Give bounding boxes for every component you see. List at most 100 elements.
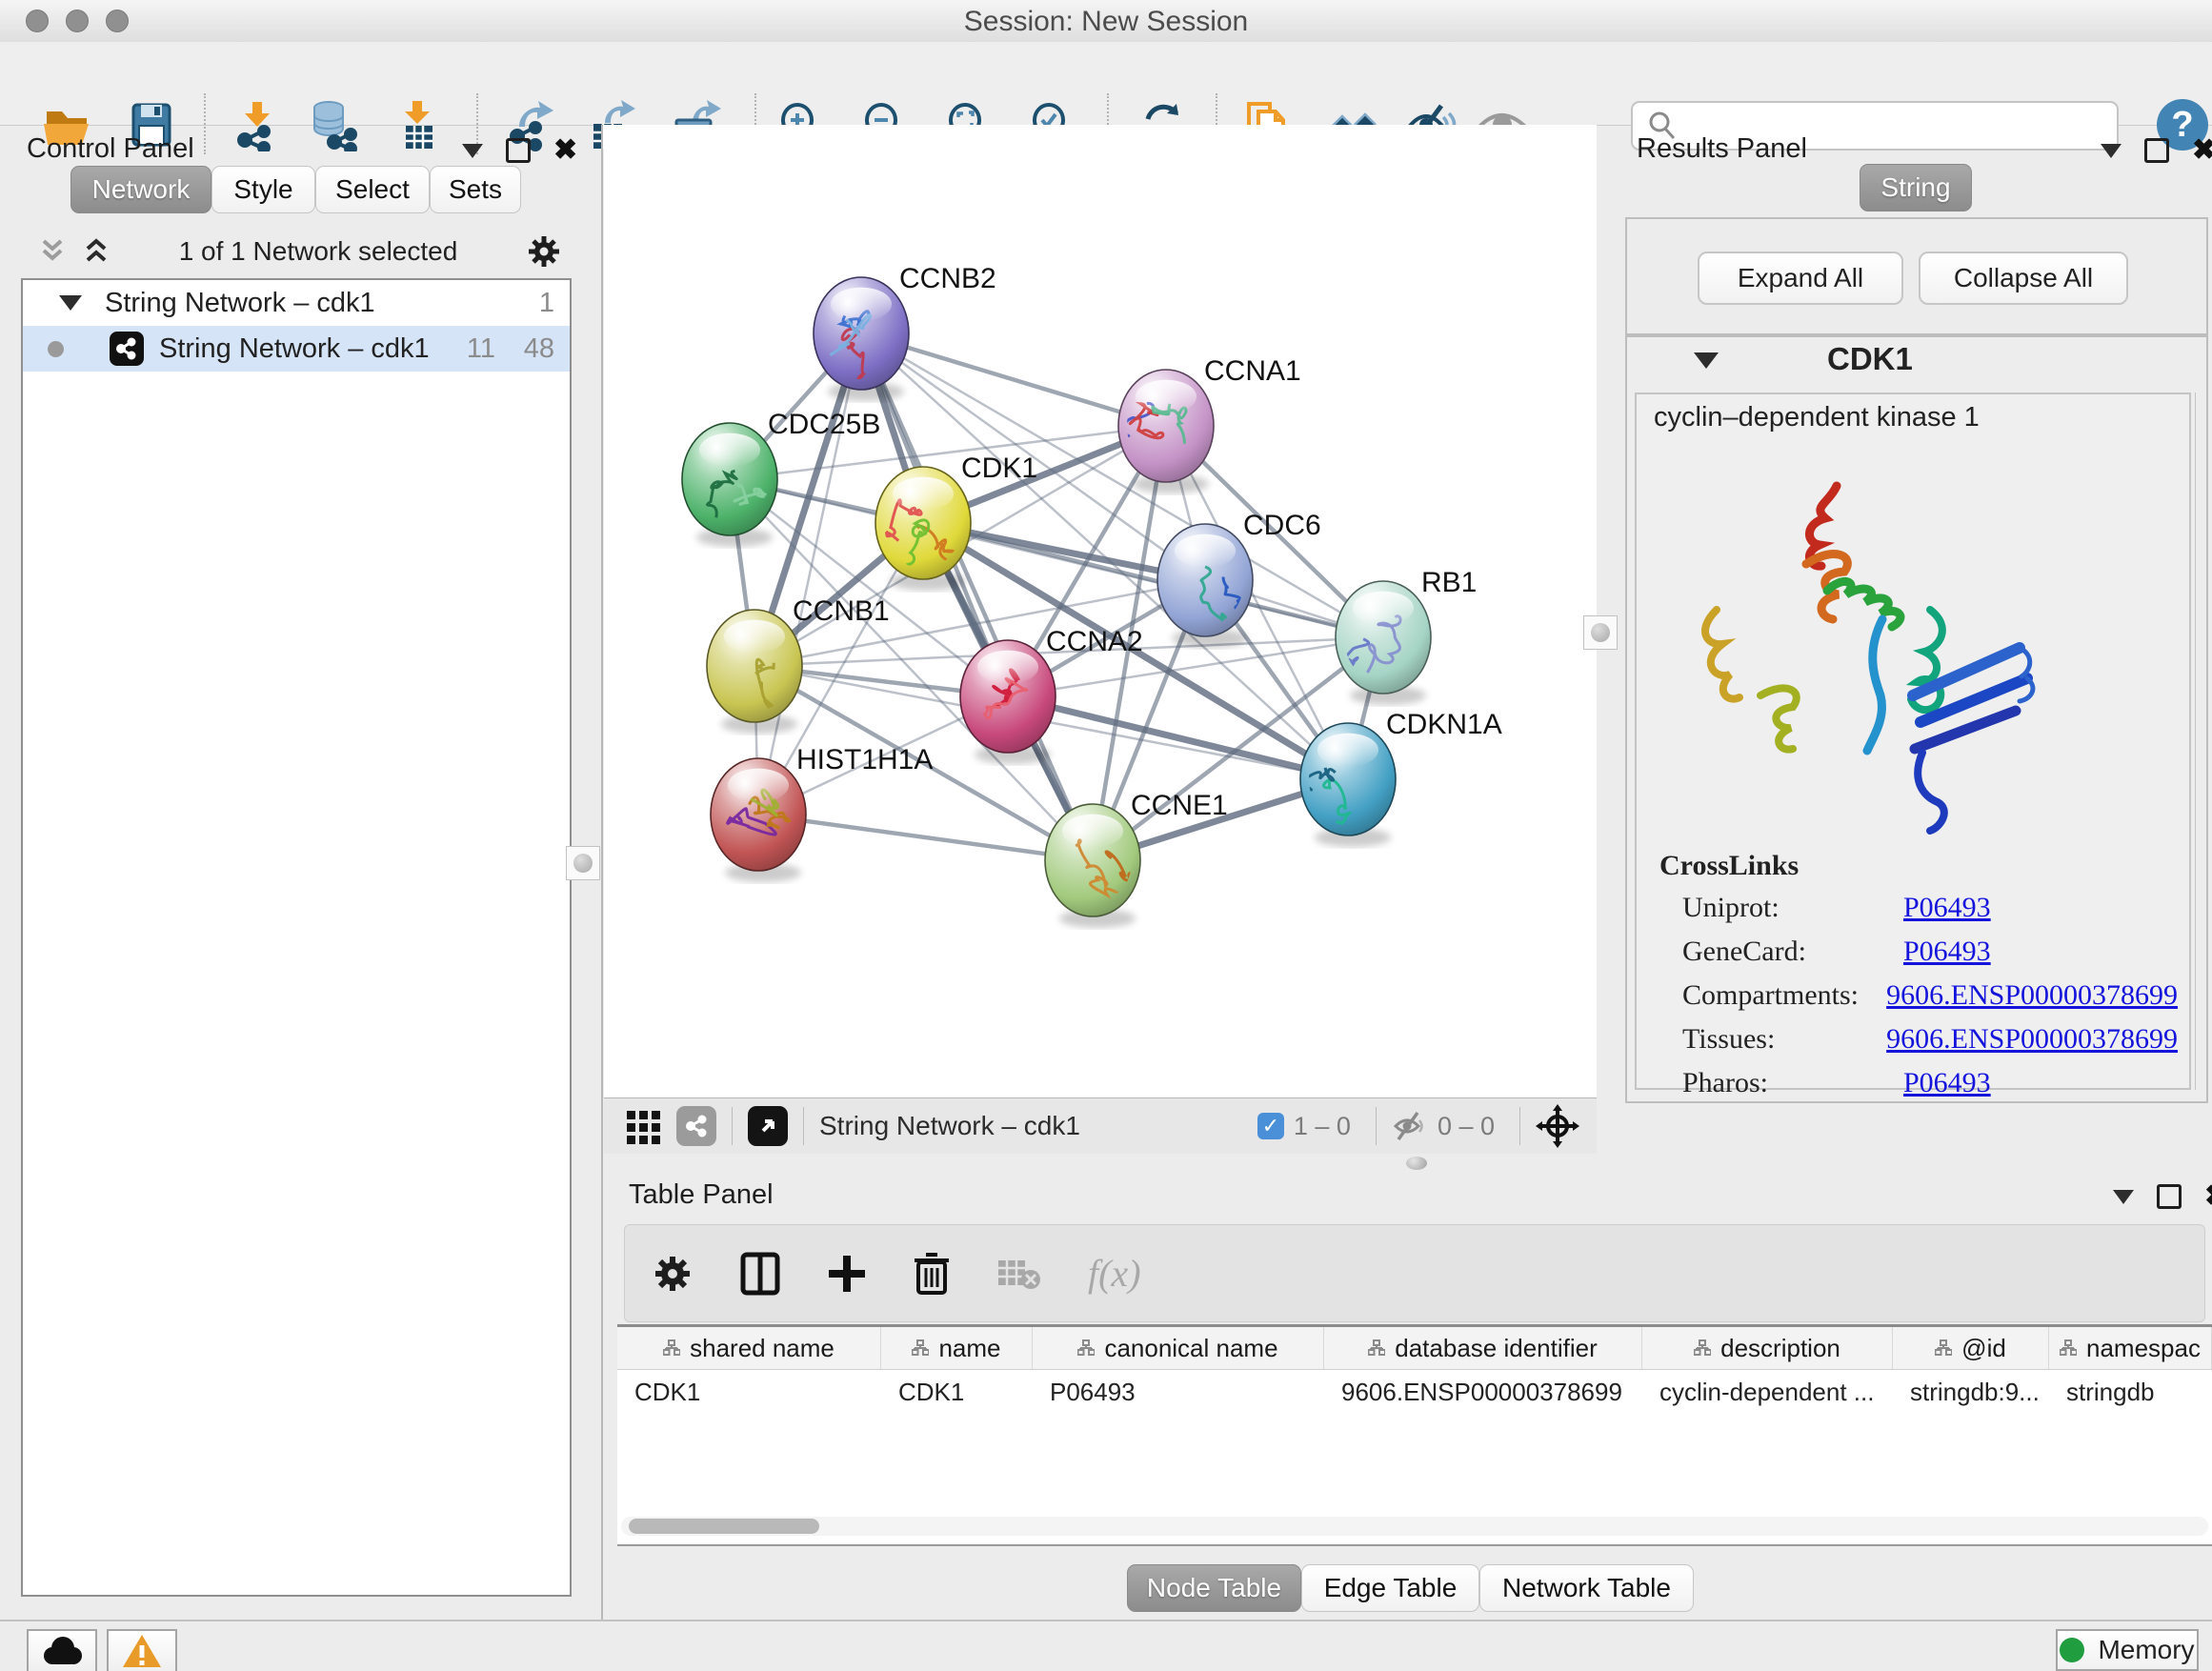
entry-expander-icon[interactable] — [1694, 352, 1719, 369]
column-header[interactable]: name — [881, 1327, 1033, 1369]
table-hscrollbar-thumb[interactable] — [629, 1519, 819, 1534]
table-cell[interactable]: CDK1 — [617, 1378, 881, 1407]
close-panel-icon[interactable]: ✖ — [2192, 141, 2212, 160]
tab-network[interactable]: Network — [70, 166, 211, 213]
float-panel-icon[interactable] — [2144, 138, 2169, 163]
tab-network-table[interactable]: Network Table — [1479, 1564, 1694, 1612]
float-panel-icon[interactable] — [506, 138, 531, 163]
network-row[interactable]: String Network – cdk1 11 48 — [23, 326, 570, 372]
crosslinks-title: CrossLinks — [1659, 850, 1799, 882]
node-label: HIST1H1A — [796, 744, 933, 775]
table-cell[interactable]: stringdb — [2049, 1378, 2212, 1407]
crosslink-link[interactable]: P06493 — [1903, 1067, 1991, 1111]
network-options-gear-icon[interactable] — [526, 233, 562, 270]
panel-menu-icon[interactable] — [2101, 144, 2122, 158]
crosslink-link[interactable]: 9606.ENSP00000378699 — [1886, 1023, 2178, 1067]
column-header[interactable]: canonical name — [1033, 1327, 1324, 1369]
network-badge-icon[interactable] — [676, 1106, 716, 1146]
fit-selected-crosshair-icon[interactable] — [1536, 1104, 1579, 1148]
network-node-count: 11 — [467, 333, 495, 365]
collapse-all-icon[interactable] — [38, 237, 67, 266]
table-cell[interactable]: 9606.ENSP00000378699 — [1324, 1378, 1642, 1407]
column-header[interactable]: shared name — [617, 1327, 881, 1369]
network-node-CDC6[interactable] — [1157, 524, 1259, 648]
import-table-file-icon[interactable] — [391, 97, 446, 152]
birds-eye-view-icon[interactable] — [748, 1106, 788, 1146]
node-label: CCNB2 — [899, 263, 996, 294]
network-selection-bar: 1 of 1 Network selected — [21, 229, 570, 274]
tab-string-results[interactable]: String — [1860, 164, 1972, 211]
network-collection-row[interactable]: String Network – cdk1 1 — [23, 280, 570, 326]
tab-select[interactable]: Select — [315, 166, 430, 213]
import-network-file-icon[interactable] — [229, 97, 284, 152]
table-cell[interactable]: CDK1 — [881, 1378, 1033, 1407]
network-node-CCNB2[interactable] — [814, 277, 909, 401]
toolbar-separator — [204, 93, 206, 154]
panel-menu-icon[interactable] — [2113, 1190, 2134, 1204]
window-title: Session: New Session — [0, 6, 2212, 38]
memory-button[interactable]: Memory — [2056, 1629, 2199, 1671]
right-splitter-handle[interactable] — [1583, 615, 1618, 650]
column-header[interactable]: @id — [1893, 1327, 2049, 1369]
collection-count: 1 — [539, 288, 554, 319]
table-cell[interactable]: P06493 — [1033, 1378, 1324, 1407]
table-header-row: shared namenamecanonical namedatabase id… — [617, 1327, 2212, 1370]
node-label: CDC25B — [768, 409, 880, 440]
collapse-all-button[interactable]: Collapse All — [1919, 252, 2128, 305]
network-node-RB1[interactable] — [1321, 581, 1431, 705]
table-options-gear-icon[interactable] — [652, 1253, 694, 1295]
horizontal-splitter-handle[interactable] — [1406, 1157, 1427, 1170]
tab-sets[interactable]: Sets — [430, 166, 521, 213]
tab-edge-table[interactable]: Edge Table — [1301, 1564, 1479, 1612]
grid-view-icon[interactable] — [625, 1107, 663, 1145]
crosslink-link[interactable]: 9606.ENSP00000378699 — [1886, 979, 2178, 1023]
results-actions-box: Expand All Collapse All — [1625, 217, 2208, 335]
tree-expander-icon[interactable] — [59, 295, 82, 311]
table-cell[interactable]: cyclin-dependent ... — [1642, 1378, 1893, 1407]
panel-menu-icon[interactable] — [462, 144, 483, 158]
crosslink-link[interactable]: P06493 — [1903, 892, 1991, 936]
tab-node-table[interactable]: Node Table — [1127, 1564, 1301, 1612]
table-hscrollbar[interactable] — [621, 1517, 2208, 1536]
network-node-CCNA1[interactable] — [1103, 370, 1214, 493]
table-cell[interactable]: stringdb:9... — [1893, 1378, 2049, 1407]
create-column-icon[interactable] — [827, 1254, 867, 1294]
delete-columns-icon[interactable] — [913, 1251, 951, 1297]
results-panel-title: Results Panel — [1637, 133, 1807, 165]
network-selection-status: 1 of 1 Network selected — [111, 236, 526, 267]
network-node-CCNB1[interactable] — [707, 610, 802, 734]
column-header[interactable]: description — [1642, 1327, 1893, 1369]
close-panel-icon[interactable]: ✖ — [553, 141, 577, 160]
network-node-CDKN1A[interactable] — [1295, 723, 1396, 847]
tab-style[interactable]: Style — [211, 166, 315, 213]
cloud-status-button[interactable] — [27, 1629, 97, 1671]
network-node-CCNE1[interactable] — [1045, 804, 1176, 928]
results-entry-box: CDK1 cyclin–dependent kinase 1 — [1625, 335, 2208, 1103]
table-row[interactable]: CDK1CDK1P064939606.ENSP00000378699cyclin… — [617, 1370, 2212, 1414]
network-edge — [861, 333, 1093, 860]
selected-checkbox-icon[interactable]: ✓ — [1257, 1113, 1284, 1139]
left-splitter-handle[interactable] — [566, 846, 600, 880]
network-view-toolbar: String Network – cdk1 ✓ 1 – 0 0 – 0 — [604, 1097, 1597, 1154]
network-node-CDC25B[interactable] — [682, 423, 777, 547]
column-header[interactable]: namespac — [2049, 1327, 2212, 1369]
network-graph[interactable]: CCNB2CCNA1CDC25BCDK1CDC6RB1CCNB1CCNA2CDK… — [604, 125, 1597, 1097]
view-network-title: String Network – cdk1 — [819, 1111, 1080, 1141]
warning-status-button[interactable] — [107, 1629, 177, 1671]
control-panel-title: Control Panel — [27, 133, 194, 165]
expand-all-icon[interactable] — [82, 237, 111, 266]
import-network-database-icon[interactable] — [307, 97, 362, 152]
show-columns-icon[interactable] — [739, 1251, 781, 1297]
crosslink-link[interactable]: P06493 — [1903, 936, 1991, 979]
results-scrollbar[interactable] — [2195, 393, 2207, 1090]
expand-all-button[interactable]: Expand All — [1698, 252, 1903, 305]
network-node-HIST1H1A[interactable] — [711, 758, 806, 882]
node-table[interactable]: shared namenamecanonical namedatabase id… — [617, 1324, 2212, 1546]
column-type-icon — [1694, 1339, 1711, 1357]
node-label: CDC6 — [1243, 510, 1321, 541]
float-panel-icon[interactable] — [2157, 1184, 2182, 1209]
network-tree: String Network – cdk1 1 String Network –… — [21, 278, 572, 1597]
network-canvas[interactable]: CCNB2CCNA1CDC25BCDK1CDC6RB1CCNB1CCNA2CDK… — [604, 125, 1597, 1097]
close-panel-icon[interactable]: ✖ — [2204, 1187, 2212, 1206]
column-header[interactable]: database identifier — [1324, 1327, 1642, 1369]
